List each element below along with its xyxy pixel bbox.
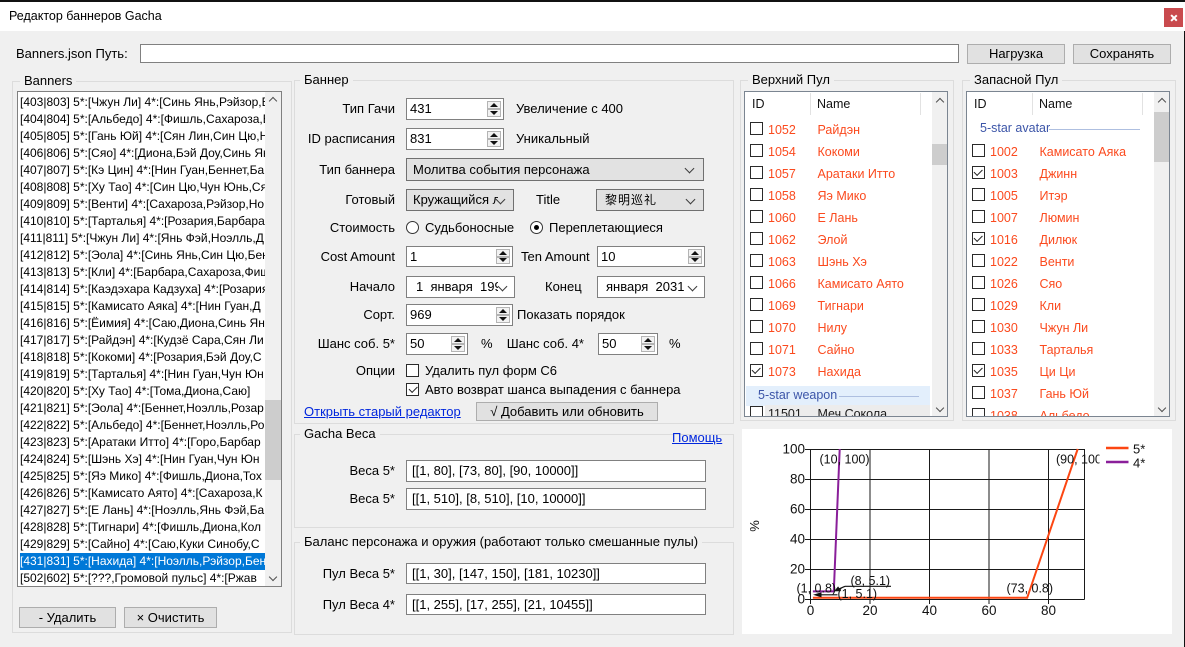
svg-text:20: 20 — [790, 562, 805, 577]
svg-text:100: 100 — [782, 442, 805, 457]
svg-text:40: 40 — [922, 603, 937, 618]
svg-text:0: 0 — [807, 603, 815, 618]
svg-text:(1, 0.8): (1, 0.8) — [797, 582, 837, 596]
svg-text:(90, 100): (90, 100) — [1056, 453, 1106, 467]
svg-text:(73, 0.8): (73, 0.8) — [1007, 582, 1054, 596]
svg-text:(10, 100): (10, 100) — [820, 453, 870, 467]
svg-text:5*: 5* — [1133, 442, 1145, 457]
svg-text:40: 40 — [790, 532, 805, 547]
svg-text:4*: 4* — [1133, 456, 1145, 471]
svg-text:80: 80 — [1041, 603, 1056, 618]
svg-text:%: % — [747, 520, 762, 532]
svg-text:80: 80 — [790, 472, 805, 487]
svg-text:60: 60 — [981, 603, 996, 618]
svg-text:60: 60 — [790, 502, 805, 517]
svg-text:(1, 5.1): (1, 5.1) — [838, 587, 878, 601]
svg-text:20: 20 — [862, 603, 877, 618]
